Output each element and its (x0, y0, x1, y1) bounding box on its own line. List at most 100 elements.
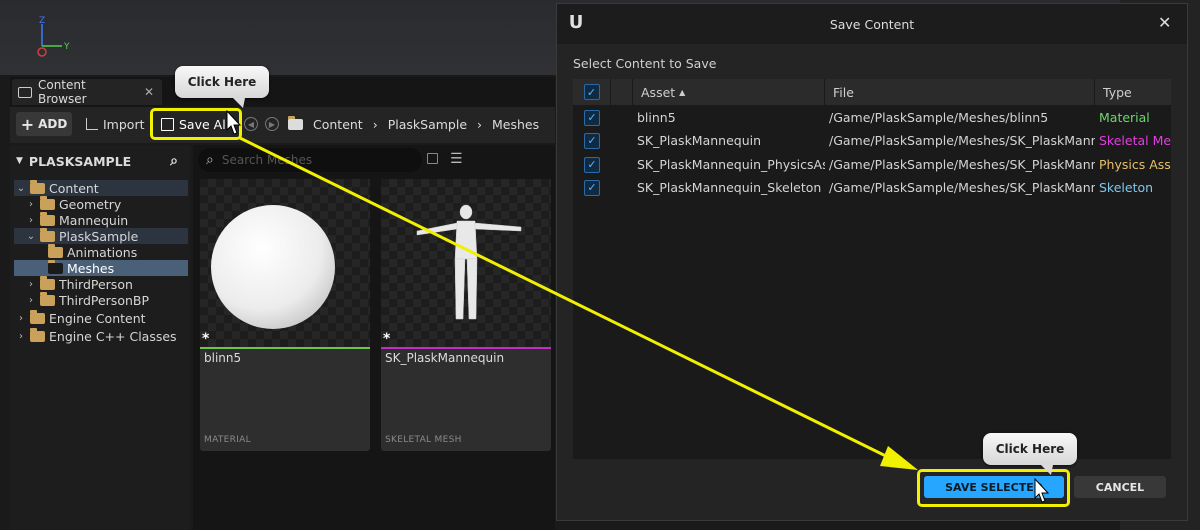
folder-icon (40, 291, 55, 306)
asset-cell: SK_PlaskMannequin_Skeleton (637, 180, 822, 195)
file-cell: /Game/PlaskSample/Meshes/blinn5 (829, 110, 1049, 125)
table-row[interactable]: ✓ SK_PlaskMannequin/Game/PlaskSample/Mesh… (573, 129, 1171, 152)
column-type[interactable]: Type (1095, 79, 1171, 105)
breadcrumb-plasksample[interactable]: PlaskSample (388, 117, 467, 132)
forward-icon[interactable]: ▶ (265, 117, 279, 131)
row-checkbox[interactable]: ✓ (584, 109, 600, 126)
tab-content-browser[interactable]: Content Browser ✕ (12, 78, 162, 106)
plus-icon: + (20, 114, 35, 134)
svg-text:Y: Y (63, 42, 70, 52)
close-icon[interactable]: ✕ (144, 85, 154, 99)
breadcrumb-content[interactable]: Content (313, 117, 363, 132)
search-icon: ⌕ (206, 152, 214, 168)
chevron-down-icon: ⌄ (16, 182, 26, 194)
folder-icon (40, 227, 55, 242)
tree-header[interactable]: ▼ PLASKSAMPLE ⌕ (10, 147, 190, 175)
tree-item-thirdperson[interactable]: › ThirdPerson (26, 275, 133, 292)
row-checkbox-cell: ✓ (573, 132, 611, 149)
asset-thumbnail (200, 179, 370, 347)
tree-item-content[interactable]: ⌄ Content (16, 179, 99, 196)
column-file[interactable]: File (825, 79, 1095, 105)
chevron-right-icon: › (477, 116, 483, 132)
import-button[interactable]: Import (86, 112, 145, 136)
chevron-right-icon: › (19, 330, 23, 342)
row-checkbox[interactable]: ✓ (584, 132, 600, 149)
column-asset[interactable]: Asset ▲ (633, 79, 825, 105)
type-cell: Skeletal Mesh (1099, 133, 1171, 148)
cpp-folder-icon (30, 327, 45, 342)
chevron-right-icon: › (29, 278, 33, 290)
sphere-icon (211, 205, 335, 329)
file-cell: /Game/PlaskSample/Meshes/SK_PlaskMannequ… (829, 157, 1095, 172)
save-icon (161, 117, 174, 131)
asset-cell: SK_PlaskMannequin_PhysicsAsset (637, 157, 825, 172)
type-cell: Material (1099, 110, 1150, 125)
filter-icon[interactable]: ☰ (450, 152, 463, 166)
asset-type-color-bar (381, 347, 551, 349)
mouse-cursor-icon (1034, 478, 1050, 503)
folder-icon (40, 211, 55, 226)
row-checkbox[interactable]: ✓ (584, 179, 600, 196)
tree-item-mannequin[interactable]: › Mannequin (26, 211, 128, 228)
dialog-title: Save Content (829, 16, 915, 32)
file-cell: /Game/PlaskSample/Meshes/SK_PlaskMannequ… (829, 133, 1095, 148)
chevron-right-icon: › (19, 312, 23, 324)
tree-item-geometry[interactable]: › Geometry (26, 195, 121, 212)
folder-icon (30, 179, 45, 194)
sort-ascending-icon: ▲ (679, 87, 686, 97)
asset-name: blinn5 (204, 351, 242, 365)
add-button[interactable]: + ADD (16, 112, 72, 136)
mouse-cursor-icon (226, 110, 242, 135)
spacer-column (611, 79, 633, 105)
chevron-right-icon: › (29, 294, 33, 306)
content-browser-icon (18, 86, 32, 98)
chevron-down-icon: ▼ (16, 156, 23, 166)
folder-icon (288, 115, 303, 130)
tree-item-engine-cpp-classes[interactable]: › Engine C++ Classes (16, 327, 177, 344)
mannequin-icon (416, 204, 522, 320)
row-checkbox-cell: ✓ (573, 179, 611, 196)
row-checkbox-cell: ✓ (573, 156, 611, 173)
close-icon[interactable]: ✕ (1158, 13, 1171, 32)
folder-icon (48, 259, 63, 274)
asset-card-blinn5[interactable]: * blinn5 MATERIAL (200, 179, 370, 451)
row-checkbox-cell: ✓ (573, 109, 611, 126)
asset-type-color-bar (200, 347, 370, 349)
tree-item-thirdpersonbp[interactable]: › ThirdPersonBP (26, 291, 149, 308)
modified-marker-icon: * (383, 331, 391, 347)
asset-type: MATERIAL (204, 435, 251, 445)
tree-item-meshes[interactable]: Meshes (48, 259, 114, 276)
back-icon[interactable]: ◀ (244, 117, 258, 131)
asset-cell: SK_PlaskMannequin (637, 133, 762, 148)
click-here-tooltip: Click Here (175, 66, 269, 108)
folder-icon (40, 195, 55, 210)
asset-type: SKELETAL MESH (385, 435, 462, 445)
folder-icon (40, 275, 55, 290)
asset-cell: blinn5 (637, 110, 676, 125)
chevron-right-icon: › (372, 116, 378, 132)
select-all-checkbox[interactable]: ✓ (583, 84, 600, 100)
axis-gizmo-icon: Z Y (37, 16, 70, 57)
tree-item-engine-content[interactable]: › Engine Content (16, 309, 146, 326)
select-all-column: ✓ (573, 79, 611, 105)
table-row[interactable]: ✓ blinn5/Game/PlaskSample/Meshes/blinn5 Ma… (573, 106, 1171, 129)
svg-text:Z: Z (39, 16, 45, 26)
row-checkbox[interactable]: ✓ (584, 156, 600, 173)
tree-item-plasksample[interactable]: ⌄ PlaskSample (26, 227, 138, 244)
save-search-icon[interactable] (427, 153, 438, 164)
search-input[interactable]: ⌕ Search Meshes (198, 148, 422, 172)
table-row[interactable]: ✓ SK_PlaskMannequin_PhysicsAsset/Game/Pla… (573, 153, 1171, 176)
breadcrumb-meshes[interactable]: Meshes (492, 117, 539, 132)
asset-thumbnail (381, 179, 551, 347)
asset-name: SK_PlaskMannequin (385, 351, 505, 365)
file-cell: /Game/PlaskSample/Meshes/SK_PlaskMannequ… (829, 180, 1095, 195)
folder-icon (30, 309, 45, 324)
cancel-button[interactable]: CANCEL (1074, 476, 1166, 498)
tree-item-animations[interactable]: Animations (48, 243, 137, 260)
asset-card-sk-plaskmannequin[interactable]: * SK_PlaskMannequin SKELETAL MESH (381, 179, 551, 451)
breadcrumb: Content › PlaskSample › Meshes (288, 112, 539, 136)
table-header: ✓ Asset ▲ File Type (573, 79, 1171, 105)
table-row[interactable]: ✓ SK_PlaskMannequin_Skeleton/Game/PlaskSa… (573, 176, 1171, 199)
search-icon[interactable]: ⌕ (170, 153, 178, 169)
chevron-right-icon: › (29, 214, 33, 226)
